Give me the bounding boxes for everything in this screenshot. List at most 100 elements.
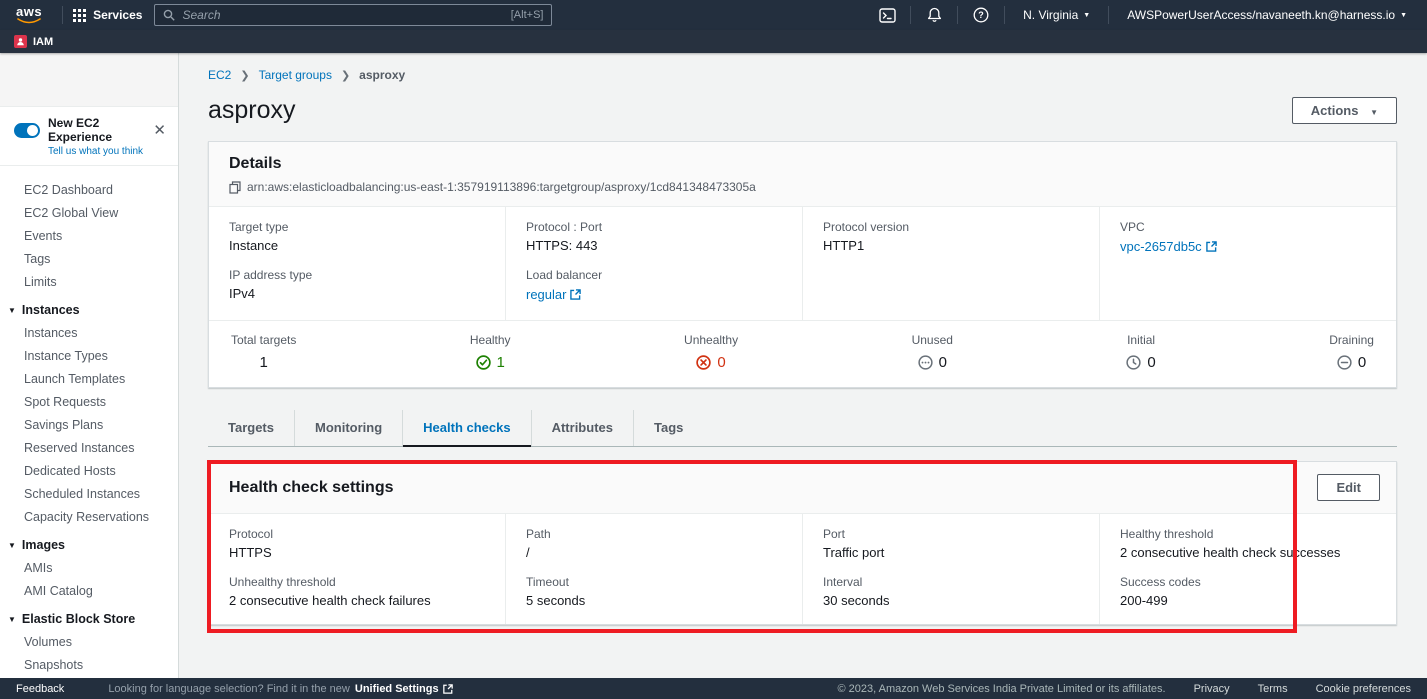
tab-attributes[interactable]: Attributes xyxy=(531,410,633,446)
aws-smile-icon xyxy=(17,18,41,25)
vpc-link[interactable]: vpc-2657db5c xyxy=(1120,239,1217,254)
sidebar-item-launch-templates[interactable]: Launch Templates xyxy=(0,371,178,388)
favorite-iam-link[interactable]: IAM xyxy=(14,35,53,48)
sidebar-item-snapshots[interactable]: Snapshots xyxy=(0,657,178,674)
account-label: AWSPowerUserAccess/navaneeth.kn@harness.… xyxy=(1127,8,1395,22)
sidebar-section-instances[interactable]: ▼ Instances xyxy=(0,303,178,317)
tab-targets[interactable]: Targets xyxy=(208,410,294,446)
field-value: Instance xyxy=(229,238,485,253)
cookie-preferences-link[interactable]: Cookie preferences xyxy=(1316,683,1411,695)
field-target-type: Target type Instance xyxy=(229,220,485,253)
search-input[interactable] xyxy=(182,8,510,22)
aws-logo-text: aws xyxy=(16,6,42,18)
main-content: EC2 ❯ Target groups ❯ asproxy asproxy Ac… xyxy=(180,53,1427,678)
sidebar-item-savings-plans[interactable]: Savings Plans xyxy=(0,417,178,434)
aws-logo[interactable]: aws xyxy=(16,6,42,25)
stat-label: Initial xyxy=(1126,333,1155,347)
sidebar-item-instances[interactable]: Instances xyxy=(0,325,178,342)
sidebar-item-capacity-reservations[interactable]: Capacity Reservations xyxy=(0,509,178,526)
field-value: 2 consecutive health check successes xyxy=(1120,545,1376,560)
sidebar-section-images[interactable]: ▼ Images xyxy=(0,538,178,552)
stat-draining: Draining 0 xyxy=(1329,333,1374,371)
global-search[interactable]: [Alt+S] xyxy=(154,4,552,26)
breadcrumb: EC2 ❯ Target groups ❯ asproxy xyxy=(208,68,1397,82)
new-experience-toggle[interactable] xyxy=(14,123,40,138)
divider xyxy=(62,6,63,24)
region-selector[interactable]: N. Virginia ▼ xyxy=(1015,8,1098,22)
sidebar-item-scheduled-instances[interactable]: Scheduled Instances xyxy=(0,486,178,503)
stat-total-targets: Total targets 1 xyxy=(231,333,296,371)
field-label: Protocol version xyxy=(823,220,1079,234)
stat-label: Healthy xyxy=(470,333,511,347)
field-label: VPC xyxy=(1120,220,1376,234)
details-column-2: Protocol : Port HTTPS: 443 Load balancer… xyxy=(505,207,802,320)
notifications-bell-icon[interactable] xyxy=(921,3,947,27)
copy-icon[interactable] xyxy=(229,181,241,194)
stat-unhealthy: Unhealthy 0 xyxy=(684,333,738,371)
stat-label: Draining xyxy=(1329,333,1374,347)
field-path: Path / xyxy=(526,527,782,560)
tab-monitoring[interactable]: Monitoring xyxy=(294,410,402,446)
health-check-column-1: Protocol HTTPS Unhealthy threshold 2 con… xyxy=(209,514,505,624)
unified-settings-link[interactable]: Unified Settings xyxy=(355,683,453,695)
chevron-down-icon: ▼ xyxy=(1400,12,1407,19)
new-experience-label: New EC2 Experience xyxy=(48,116,166,144)
tab-health-checks[interactable]: Health checks xyxy=(402,410,530,446)
field-value: 30 seconds xyxy=(823,593,1079,608)
external-link-icon xyxy=(1206,241,1217,252)
divider xyxy=(957,6,958,24)
region-label: N. Virginia xyxy=(1023,8,1078,22)
tell-us-link[interactable]: Tell us what you think xyxy=(48,146,166,157)
sidebar-item-amis[interactable]: AMIs xyxy=(0,560,178,577)
health-check-header: Health check settings Edit xyxy=(209,462,1396,514)
sidebar-item-events[interactable]: Events xyxy=(0,228,178,245)
sidebar-item-volumes[interactable]: Volumes xyxy=(0,634,178,651)
unused-ellipsis-icon xyxy=(918,355,933,370)
stat-initial: Initial 0 xyxy=(1126,333,1155,371)
load-balancer-link[interactable]: regular xyxy=(526,287,581,302)
cloudshell-icon[interactable] xyxy=(874,3,900,27)
iam-favicon xyxy=(14,35,27,48)
feedback-link[interactable]: Feedback xyxy=(16,683,64,695)
sidebar-item-spot-requests[interactable]: Spot Requests xyxy=(0,394,178,411)
services-menu[interactable]: Services xyxy=(73,8,142,22)
health-check-title: Health check settings xyxy=(229,479,394,497)
sidebar-item-reserved-instances[interactable]: Reserved Instances xyxy=(0,440,178,457)
console-footer: Feedback Looking for language selection?… xyxy=(0,678,1427,699)
sidebar-item-tags[interactable]: Tags xyxy=(0,251,178,268)
health-check-column-4: Healthy threshold 2 consecutive health c… xyxy=(1099,514,1396,624)
sidebar-item-limits[interactable]: Limits xyxy=(0,274,178,291)
field-load-balancer: Load balancer regular xyxy=(526,268,782,304)
field-label: Unhealthy threshold xyxy=(229,575,485,589)
field-protocol: Protocol HTTPS xyxy=(229,527,485,560)
edit-button[interactable]: Edit xyxy=(1317,474,1380,501)
sidebar-nav: EC2 Dashboard EC2 Global View Events Tag… xyxy=(0,166,178,678)
sidebar-item-dedicated-hosts[interactable]: Dedicated Hosts xyxy=(0,463,178,480)
breadcrumb-target-groups[interactable]: Target groups xyxy=(259,68,332,82)
sidebar-section-elastic-block-store[interactable]: ▼ Elastic Block Store xyxy=(0,612,178,626)
svg-text:?: ? xyxy=(978,10,984,20)
help-icon[interactable]: ? xyxy=(968,3,994,27)
sidebar-item-ec2-global-view[interactable]: EC2 Global View xyxy=(0,205,178,222)
close-icon[interactable]: ✕ xyxy=(153,123,166,138)
privacy-link[interactable]: Privacy xyxy=(1194,683,1230,695)
stat-label: Total targets xyxy=(231,333,296,347)
services-label: Services xyxy=(93,8,142,22)
sidebar-item-ami-catalog[interactable]: AMI Catalog xyxy=(0,583,178,600)
terms-link[interactable]: Terms xyxy=(1258,683,1288,695)
chevron-down-icon: ▼ xyxy=(1083,12,1090,19)
sidebar-item-instance-types[interactable]: Instance Types xyxy=(0,348,178,365)
target-group-arn: arn:aws:elasticloadbalancing:us-east-1:3… xyxy=(247,180,756,194)
account-menu[interactable]: AWSPowerUserAccess/navaneeth.kn@harness.… xyxy=(1119,8,1415,22)
field-value: 2 consecutive health check failures xyxy=(229,593,485,608)
section-label: Instances xyxy=(22,303,80,317)
stat-value: 0 xyxy=(939,354,947,371)
chevron-down-icon: ▼ xyxy=(8,541,16,550)
sidebar-item-ec2-dashboard[interactable]: EC2 Dashboard xyxy=(0,182,178,199)
breadcrumb-current: asproxy xyxy=(359,68,405,82)
stat-value: 1 xyxy=(497,354,505,371)
actions-button[interactable]: Actions ▼ xyxy=(1292,97,1397,124)
tab-tags[interactable]: Tags xyxy=(633,410,703,446)
breadcrumb-ec2[interactable]: EC2 xyxy=(208,68,231,82)
external-link-icon xyxy=(570,289,581,300)
